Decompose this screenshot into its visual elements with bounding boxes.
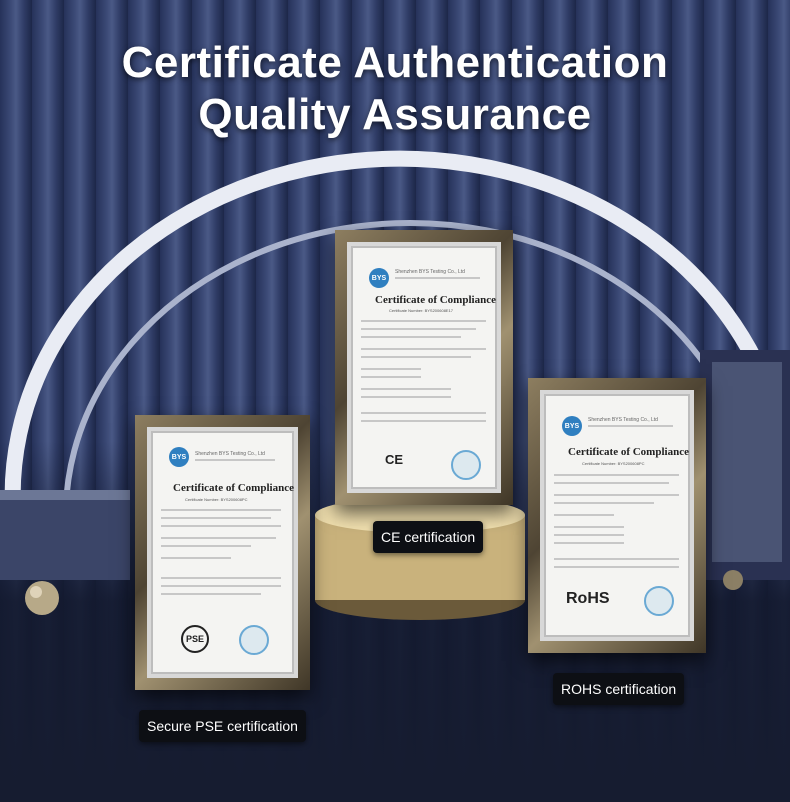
- text-line: [361, 348, 486, 350]
- text-line: [554, 542, 624, 544]
- certificate-number: Certificate Number: BYS200608E17: [389, 308, 454, 313]
- certificate-frame-pse: BYS Shenzhen BYS Testing Co., Ltd Certif…: [135, 415, 310, 690]
- text-line: [161, 517, 271, 519]
- text-line: [554, 514, 614, 516]
- text-line: [554, 474, 679, 476]
- text-line: [361, 420, 486, 422]
- bys-logo-icon: BYS: [562, 416, 582, 436]
- caption-pse: Secure PSE certification: [139, 710, 306, 742]
- certificate-seal: [451, 450, 481, 480]
- text-line: [161, 525, 281, 527]
- headline-line2: Quality Assurance: [198, 90, 592, 139]
- text-line: [554, 558, 679, 560]
- text-line: [361, 328, 476, 330]
- caption-rohs: ROHS certification: [553, 673, 685, 705]
- certificate-paper: BYS Shenzhen BYS Testing Co., Ltd Certif…: [540, 390, 694, 641]
- text-line: [554, 494, 679, 496]
- text-line: [554, 526, 624, 528]
- certificate-paper: BYS Shenzhen BYS Testing Co., Ltd Certif…: [147, 427, 298, 678]
- text-line: [161, 593, 261, 595]
- certificate-number: Certificate Number: BYS200608PC: [185, 497, 248, 502]
- bys-logo-icon: BYS: [369, 268, 389, 288]
- text-line: [161, 509, 281, 511]
- text-line: [554, 534, 624, 536]
- text-line: [161, 585, 281, 587]
- text-line: [361, 356, 471, 358]
- issuer-name: Shenzhen BYS Testing Co., Ltd: [195, 451, 265, 457]
- text-line: [161, 545, 251, 547]
- certificate-banner: Certificate Authentication Quality Assur…: [0, 0, 790, 802]
- certificate-title: Certificate of Compliance: [173, 482, 294, 494]
- certificate-number: Certificate Number: BYS200608PC: [582, 461, 645, 466]
- certificate-title: Certificate of Compliance: [568, 446, 689, 458]
- text-line: [361, 388, 451, 390]
- text-line: [361, 336, 461, 338]
- ce-mark: CE: [385, 452, 404, 467]
- text-line: [554, 482, 669, 484]
- text-line: [361, 376, 421, 378]
- text-line: [361, 396, 451, 398]
- certificate-seal: [644, 586, 674, 616]
- caption-ce: CE certification: [373, 521, 484, 553]
- text-line: [361, 320, 486, 322]
- text-line: [361, 412, 486, 414]
- certificate-paper: BYS Shenzhen BYS Testing Co., Ltd Certif…: [347, 242, 501, 493]
- text-line: [554, 502, 654, 504]
- address-line: [588, 425, 673, 427]
- address-line: [195, 459, 275, 461]
- pse-mark: PSE: [181, 625, 209, 653]
- text-line: [554, 566, 679, 568]
- bys-logo-icon: BYS: [169, 447, 189, 467]
- headline-line1: Certificate Authentication: [121, 38, 669, 87]
- address-line: [395, 277, 480, 279]
- text-line: [161, 557, 231, 559]
- certificate-seal: [239, 625, 269, 655]
- issuer-name: Shenzhen BYS Testing Co., Ltd: [395, 269, 465, 275]
- text-line: [161, 537, 276, 539]
- rohs-mark: RoHS: [566, 590, 610, 607]
- text-line: [161, 577, 281, 579]
- text-line: [361, 368, 421, 370]
- certificate-title: Certificate of Compliance: [375, 294, 496, 306]
- certificate-frame-ce: BYS Shenzhen BYS Testing Co., Ltd Certif…: [335, 230, 513, 505]
- issuer-name: Shenzhen BYS Testing Co., Ltd: [588, 417, 658, 423]
- certificate-frame-rohs: BYS Shenzhen BYS Testing Co., Ltd Certif…: [528, 378, 706, 653]
